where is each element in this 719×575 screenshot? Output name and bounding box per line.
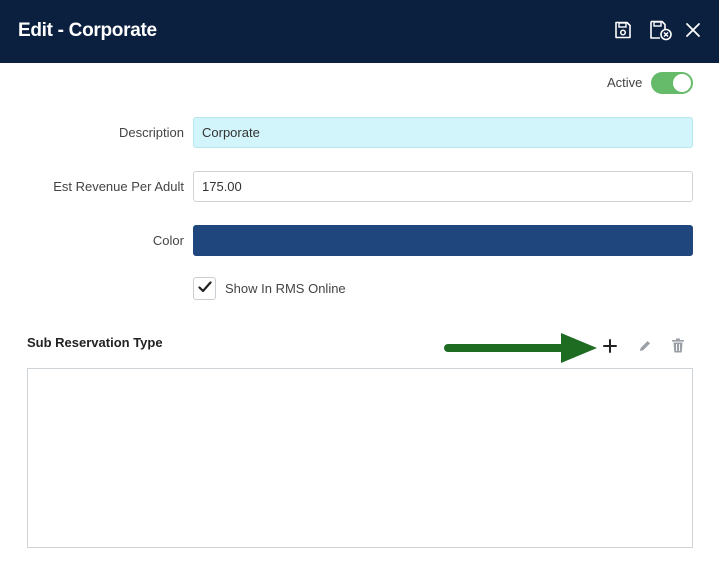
trash-icon [671, 338, 685, 358]
close-button[interactable] [682, 21, 704, 43]
description-field[interactable] [193, 117, 693, 148]
dialog-title: Edit - Corporate [18, 20, 157, 41]
color-picker[interactable] [193, 225, 693, 256]
description-label: Description [118, 125, 184, 140]
save-icon [613, 20, 633, 45]
save-close-icon [649, 19, 673, 46]
plus-icon [603, 338, 617, 358]
add-button[interactable] [600, 338, 620, 358]
close-icon [685, 22, 701, 43]
save-and-close-button[interactable] [648, 19, 674, 46]
pencil-icon [638, 339, 652, 358]
edit-button[interactable] [635, 338, 655, 358]
show-online-label: Show In RMS Online [225, 281, 346, 296]
active-label: Active [607, 75, 643, 90]
dialog-header: Edit - Corporate [0, 0, 719, 63]
delete-button[interactable] [668, 338, 688, 358]
arrow-icon [443, 331, 599, 370]
est-revenue-label: Est Revenue Per Adult [53, 179, 184, 194]
sub-reservation-title: Sub Reservation Type [27, 335, 163, 350]
save-button[interactable] [612, 21, 634, 43]
check-icon [197, 280, 212, 298]
show-online-checkbox[interactable] [193, 277, 216, 300]
sub-reservation-grid [27, 368, 693, 548]
est-revenue-field[interactable] [193, 171, 693, 202]
color-label: Color [152, 233, 184, 248]
toggle-knob [673, 74, 691, 92]
active-toggle[interactable] [651, 72, 693, 94]
